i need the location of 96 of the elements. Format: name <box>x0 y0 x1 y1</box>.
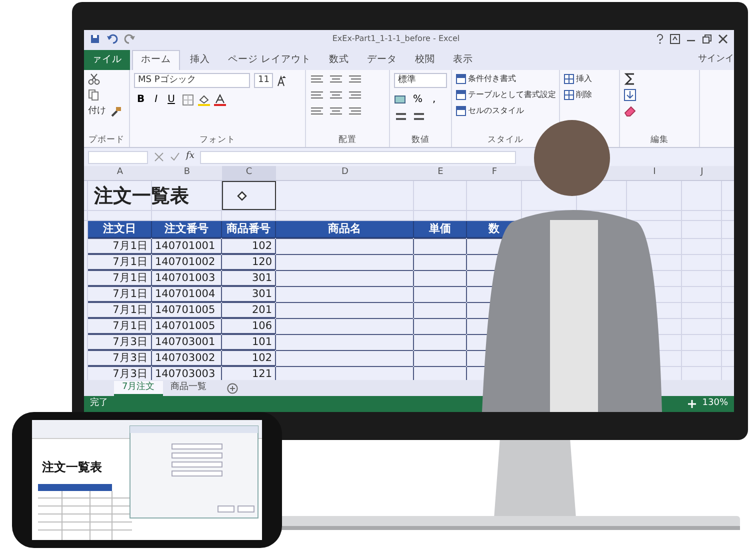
table-style-icon <box>456 74 466 84</box>
cells-icon[interactable] <box>564 90 574 100</box>
table-cell: 301 <box>222 271 276 286</box>
window-title: ExEx-Part1_1-1-1_before - Excel <box>331 33 461 45</box>
table-cell: 140701004 <box>152 287 222 302</box>
borders-icon[interactable] <box>182 94 194 106</box>
table-cell: 120 <box>222 255 276 270</box>
ribbon-tab[interactable]: 表示 <box>445 50 482 70</box>
status-text: 完了 <box>90 397 108 410</box>
currency-icon[interactable] <box>394 94 406 106</box>
table-cell: 140701002 <box>152 255 222 270</box>
help-icon[interactable] <box>656 34 664 44</box>
sign-in-link[interactable]: サインイ <box>698 52 734 70</box>
fill-down-icon[interactable] <box>624 89 636 101</box>
save-icon[interactable] <box>90 34 100 44</box>
format-button[interactable]: U <box>164 92 178 107</box>
format-button[interactable]: B <box>134 92 148 107</box>
cell-command[interactable]: 挿入 <box>576 73 592 85</box>
table-style-icon <box>456 90 466 100</box>
ribbon-tab[interactable]: 校閲 <box>407 50 444 70</box>
table-cell: 7月3日 <box>88 335 152 350</box>
close-icon[interactable] <box>718 34 728 44</box>
cells-icon[interactable] <box>564 74 574 84</box>
style-command[interactable]: 条件付き書式 <box>456 73 555 85</box>
ribbon-tab[interactable]: 数式 <box>321 50 358 70</box>
column-heading: 商品番号 <box>222 221 276 238</box>
table-cell: 106 <box>222 319 276 334</box>
column-heading: 注文番号 <box>152 221 222 238</box>
add-sheet-icon[interactable] <box>226 382 238 394</box>
command-label[interactable]: セルのスタイル <box>468 105 524 117</box>
table-cell: 7月1日 <box>88 271 152 286</box>
table-cell: 140701003 <box>152 271 222 286</box>
table-cell: 101 <box>222 335 276 350</box>
group-label: スタイル <box>486 134 524 147</box>
sheet-title: 注文一覧表 <box>92 184 190 209</box>
font-size-dropdown[interactable]: 11 <box>254 73 274 88</box>
selected-cell[interactable] <box>222 181 276 210</box>
group-label: 配置 <box>338 134 358 147</box>
redo-icon[interactable] <box>124 34 136 44</box>
copy-icon[interactable] <box>88 89 100 101</box>
fill-color-icon[interactable] <box>198 94 210 106</box>
paste-label[interactable]: 付け <box>88 105 106 118</box>
format-button[interactable]: I <box>152 92 161 107</box>
table-cell: 7月1日 <box>88 255 152 270</box>
number-format-button[interactable]: % <box>410 92 426 107</box>
ribbon-display-icon[interactable] <box>670 34 680 44</box>
table-cell: 140701005 <box>152 303 222 318</box>
sheet-tab[interactable]: 7月注文 <box>114 380 163 396</box>
cell-command[interactable]: 削除 <box>576 89 592 101</box>
command-label[interactable]: 条件付き書式 <box>468 73 516 85</box>
formula-input-field[interactable] <box>200 150 516 164</box>
eraser-icon[interactable] <box>624 105 636 117</box>
group-label: プボード <box>88 134 125 147</box>
table-cell: 140703001 <box>152 335 222 350</box>
table-cell: 140701005 <box>152 319 222 334</box>
table-cell: 7月1日 <box>88 319 152 334</box>
column-heading: 商品名 <box>276 221 414 238</box>
table-cell: 301 <box>222 287 276 302</box>
phone-sheet-title: 注文一覧表 <box>42 459 102 476</box>
number-format-dropdown[interactable]: 標準 <box>394 73 447 88</box>
table-cell: 102 <box>222 239 276 254</box>
cursor-icon <box>237 190 247 200</box>
column-heading: 注文日 <box>88 221 152 238</box>
group-label: フォント <box>198 134 236 147</box>
grow-font-icon[interactable] <box>277 74 288 86</box>
table-cell: 7月3日 <box>88 351 152 366</box>
font-name-dropdown[interactable]: MS Pゴシック <box>134 73 250 88</box>
number-format-button[interactable]: , <box>430 92 439 107</box>
format-painter-icon[interactable] <box>110 106 122 118</box>
table-style-icon <box>456 106 466 116</box>
undo-icon[interactable] <box>106 34 118 44</box>
zoom-level[interactable]: 130% <box>702 397 728 411</box>
ribbon-tab[interactable]: 挿入 <box>182 50 218 70</box>
column-heading: 単価 <box>414 221 467 238</box>
table-cell: 102 <box>222 351 276 366</box>
group-label: 数値 <box>410 134 430 147</box>
table-cell: 7月1日 <box>88 239 152 254</box>
ribbon-tab[interactable]: ホーム <box>132 50 180 70</box>
ribbon-tab[interactable]: データ <box>359 50 406 70</box>
table-cell: 201 <box>222 303 276 318</box>
table-cell: 7月1日 <box>88 303 152 318</box>
restore-icon[interactable] <box>702 34 712 44</box>
scissors-icon[interactable] <box>88 73 100 85</box>
sheet-tab[interactable]: 商品一覧 <box>162 380 215 396</box>
font-color-icon[interactable] <box>214 94 226 106</box>
table-cell: 140703002 <box>152 351 222 366</box>
ribbon-tab[interactable]: ページ レイアウト <box>220 50 320 70</box>
zoom-in-icon[interactable] <box>688 400 696 408</box>
table-cell: 7月1日 <box>88 287 152 302</box>
ribbon-tab[interactable]: ァイル <box>84 50 130 70</box>
function-label[interactable]: fx <box>186 150 194 164</box>
style-command[interactable]: セルのスタイル <box>456 105 555 117</box>
group-label: 編集 <box>650 134 670 147</box>
table-cell: 140701001 <box>152 239 222 254</box>
sum-icon[interactable] <box>624 73 636 85</box>
column-header: C <box>222 166 276 180</box>
